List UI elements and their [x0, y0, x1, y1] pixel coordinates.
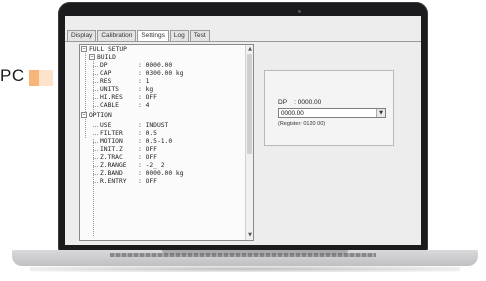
tab-display[interactable]: Display [67, 30, 97, 41]
camera-dot [298, 10, 301, 13]
tree-item-key: UNITS [100, 86, 119, 93]
tree-item-value: kg [145, 86, 154, 93]
tree-item-value: 0300.00 kg [145, 70, 184, 77]
tree-branch [93, 158, 99, 159]
tree-branch [93, 142, 99, 143]
tree-item-key: Z.RANGE [100, 162, 127, 169]
tree-item-key: MOTION [100, 138, 123, 145]
tree-item-value: OFF [145, 154, 157, 161]
tree-branch [93, 182, 99, 183]
tree-branch [93, 106, 99, 107]
settings-tree: − FULL SETUP − BUILD DP: 0000.00 CAP: 0300… [79, 44, 254, 241]
scroll-up-icon[interactable]: ▲ [247, 46, 253, 53]
tree-group-option[interactable]: − OPTION [81, 112, 112, 120]
tree-item-value: 0.5 [145, 130, 157, 137]
tree-item-rentry[interactable]: R.ENTRY: OFF [100, 178, 157, 186]
tree-group-label: OPTION [89, 112, 112, 119]
keyboard-edge [110, 253, 376, 257]
app-screen: Display Calibration Settings Log Test − F… [65, 16, 421, 245]
tree-item-filter[interactable]: FILTER: 0.5 [100, 130, 157, 138]
tree-branch [93, 98, 99, 99]
tree-item-value: OFF [145, 146, 157, 153]
tree-branch [93, 134, 99, 135]
tree-item-zband[interactable]: Z.BAND: 0000.00 kg [100, 170, 184, 178]
tree-connector [93, 61, 94, 116]
tree-connector [93, 139, 94, 237]
tab-bar: Display Calibration Settings Log Test [67, 30, 211, 42]
tree-item-value: OFF [145, 178, 157, 185]
tree-item-cap[interactable]: CAP: 0300.00 kg [100, 70, 184, 78]
collapse-icon[interactable]: − [89, 54, 95, 60]
tree-item-zrange[interactable]: Z.RANGE: -2_ 2 [100, 162, 165, 170]
dp-dropdown-value: 0000.00 [281, 110, 304, 117]
tree-branch [93, 82, 99, 83]
tree-item-value: 4 [145, 102, 150, 109]
tree-item-key: INIT.Z [100, 146, 123, 153]
tree-branch [93, 74, 99, 75]
tree-item-value: INDUST [145, 122, 169, 129]
tree-branch [93, 150, 99, 151]
tree-group-label: BUILD [97, 54, 116, 61]
scroll-down-icon[interactable]: ▼ [247, 232, 253, 239]
scroll-thumb[interactable] [247, 54, 252, 154]
tree-item-value: 1 [145, 78, 150, 85]
tree-item-units[interactable]: UNITS: kg [100, 86, 153, 94]
collapse-icon[interactable]: − [81, 112, 87, 118]
tree-branch [93, 90, 99, 91]
tree-scrollbar[interactable]: ▲ ▼ [245, 45, 253, 240]
tree-item-key: CAP [100, 70, 112, 77]
tree-item-key: Z.TRAC [100, 154, 123, 161]
tree-item-cable[interactable]: CABLE: 4 [100, 102, 149, 110]
tree-branch [93, 166, 99, 167]
tree-item-key: FILTER [100, 130, 123, 137]
pc-label: PC [0, 66, 25, 85]
tab-calibration[interactable]: Calibration [97, 30, 137, 41]
tree-branch [93, 66, 99, 67]
tree-item-key: R.ENTRY [100, 178, 127, 185]
tab-test[interactable]: Test [189, 30, 210, 41]
tree-item-ztrac[interactable]: Z.TRAC: OFF [100, 154, 157, 162]
tree-item-value: 0000.00 [145, 62, 173, 69]
tree-item-value: 0.5-1.0 [145, 138, 173, 145]
tree-item-key: DP [100, 62, 108, 69]
tree-item-key: CABLE [100, 102, 119, 109]
tree-root[interactable]: − FULL SETUP [81, 46, 127, 54]
tree-item-key: RES [100, 78, 112, 85]
accent-tag-light [39, 70, 53, 86]
dp-dropdown[interactable]: 0000.00 ▼ [278, 108, 386, 118]
chevron-down-icon[interactable]: ▼ [376, 109, 385, 117]
tree-item-motion[interactable]: MOTION: 0.5-1.0 [100, 138, 172, 146]
tree-branch [93, 174, 99, 175]
tree-item-dp[interactable]: DP: 0000.00 [100, 62, 172, 70]
tree-item-value: OFF [145, 94, 157, 101]
tree-root-label: FULL SETUP [89, 46, 127, 53]
tree-item-initz[interactable]: INIT.Z: OFF [100, 146, 157, 154]
tree-item-res[interactable]: RES: 1 [100, 78, 149, 86]
tree-connector [85, 53, 86, 139]
detail-panel: DP : 0000.00 0000.00 ▼ (Register: 0120 0… [264, 70, 394, 146]
tree-item-use[interactable]: USE: INDUST [100, 122, 168, 130]
tree-item-value: 0000.00 kg [145, 170, 184, 177]
tree-item-value: -2_ 2 [145, 162, 165, 169]
tree-item-key: USE [100, 122, 112, 129]
tab-divider [65, 41, 421, 42]
collapse-icon[interactable]: − [81, 46, 87, 52]
tree-group-build[interactable]: − BUILD [89, 54, 116, 62]
register-text: (Register: 0120 00) [278, 121, 326, 127]
tree-item-key: Z.BAND [100, 170, 123, 177]
tab-log[interactable]: Log [169, 30, 189, 41]
dp-label: DP : 0000.00 [278, 99, 322, 106]
accent-tag [29, 70, 39, 86]
laptop-shadow [30, 266, 460, 272]
tree-item-hires[interactable]: HI.RES: OFF [100, 94, 157, 102]
tree-item-key: HI.RES [100, 94, 123, 101]
tree-branch [93, 126, 99, 127]
